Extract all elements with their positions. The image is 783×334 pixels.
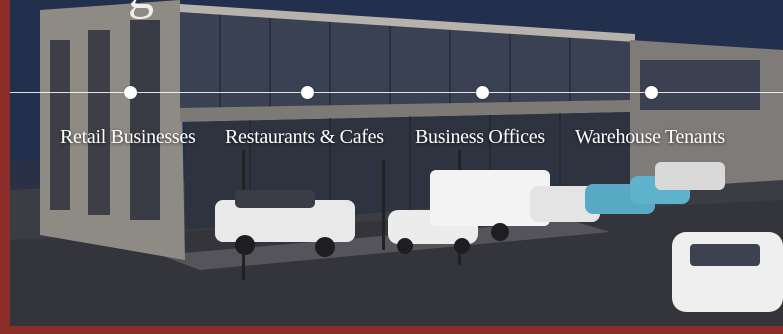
- timeline-dot-offices: [476, 86, 489, 99]
- headline-fragment: g: [128, 0, 154, 18]
- timeline-label-retail: Retail Businesses: [60, 126, 196, 148]
- timeline-dot-retail: [124, 86, 137, 99]
- timeline-label-offices: Business Offices: [415, 126, 545, 148]
- timeline-label-warehouse: Warehouse Tenants: [575, 126, 725, 148]
- timeline-label-restaurants: Restaurants & Cafes: [225, 126, 384, 148]
- page-frame: g Retail Businesses Restaurants & Cafes …: [0, 0, 783, 334]
- building-rendering-background: g Retail Businesses Restaurants & Cafes …: [10, 0, 783, 326]
- timeline-dot-warehouse: [645, 86, 658, 99]
- building-illustration: [10, 0, 783, 326]
- timeline-dot-restaurants: [301, 86, 314, 99]
